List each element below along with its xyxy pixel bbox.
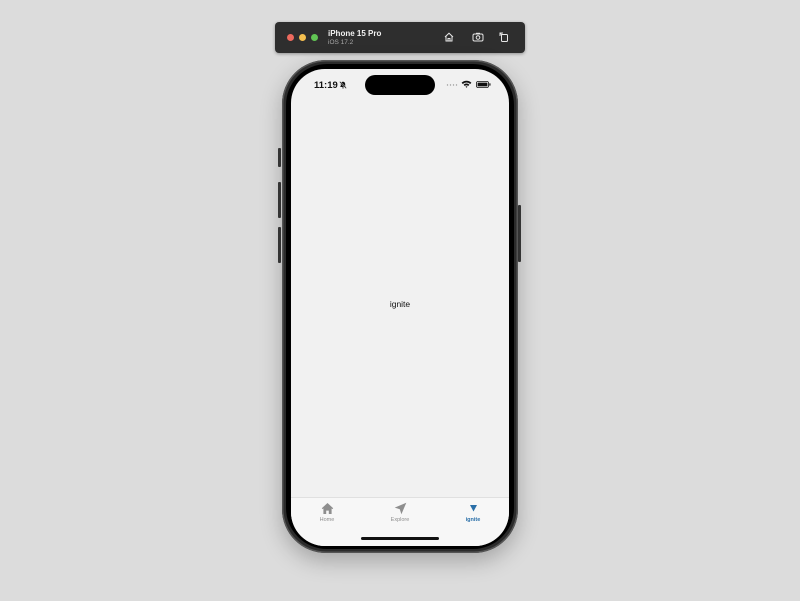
screenshot-icon: [472, 32, 484, 42]
simulator-rotate-button[interactable]: [497, 30, 511, 44]
battery-icon: [476, 81, 491, 88]
close-window-button[interactable]: [287, 34, 294, 41]
triangle-down-icon: [469, 505, 477, 512]
simulator-screenshot-button[interactable]: [471, 30, 485, 44]
action-button: [278, 148, 281, 167]
status-bar: 11:19: [291, 69, 509, 99]
tab-home-label: Home: [319, 517, 335, 523]
volume-down-button: [278, 227, 281, 263]
bell-slash-icon: [339, 81, 347, 89]
tab-home[interactable]: Home: [297, 502, 357, 530]
tab-explore-label: Explore: [390, 517, 410, 523]
side-power-button: [518, 205, 521, 262]
rotate-icon: [499, 32, 508, 42]
status-time: 11:19: [314, 80, 338, 91]
home-indicator[interactable]: [361, 537, 439, 540]
simulator-toolbar: iPhone 15 Pro iOS 17.2: [275, 22, 525, 53]
volume-up-button: [278, 182, 281, 218]
home-icon: [444, 32, 454, 42]
screen-title-label: ignite: [389, 299, 411, 309]
tab-explore[interactable]: Explore: [370, 502, 430, 530]
phone-screen: 11:19 ignite Home Explore ignite: [291, 69, 509, 546]
tab-ignite[interactable]: ignite: [443, 502, 503, 530]
os-version: iOS 17.2: [328, 39, 354, 46]
wifi-icon: [461, 80, 472, 88]
navigation-arrow-icon: [394, 502, 406, 515]
signal-icon: [446, 84, 458, 86]
tab-ignite-label: ignite: [465, 517, 481, 523]
dynamic-island: [365, 75, 435, 95]
home-icon: [321, 503, 333, 514]
zoom-window-button[interactable]: [311, 34, 318, 41]
minimize-window-button[interactable]: [299, 34, 306, 41]
device-name: iPhone 15 Pro: [328, 29, 382, 38]
simulator-home-button[interactable]: [442, 30, 456, 44]
desktop: iPhone 15 Pro iOS 17.2 11:19 ignite Home…: [0, 0, 800, 601]
